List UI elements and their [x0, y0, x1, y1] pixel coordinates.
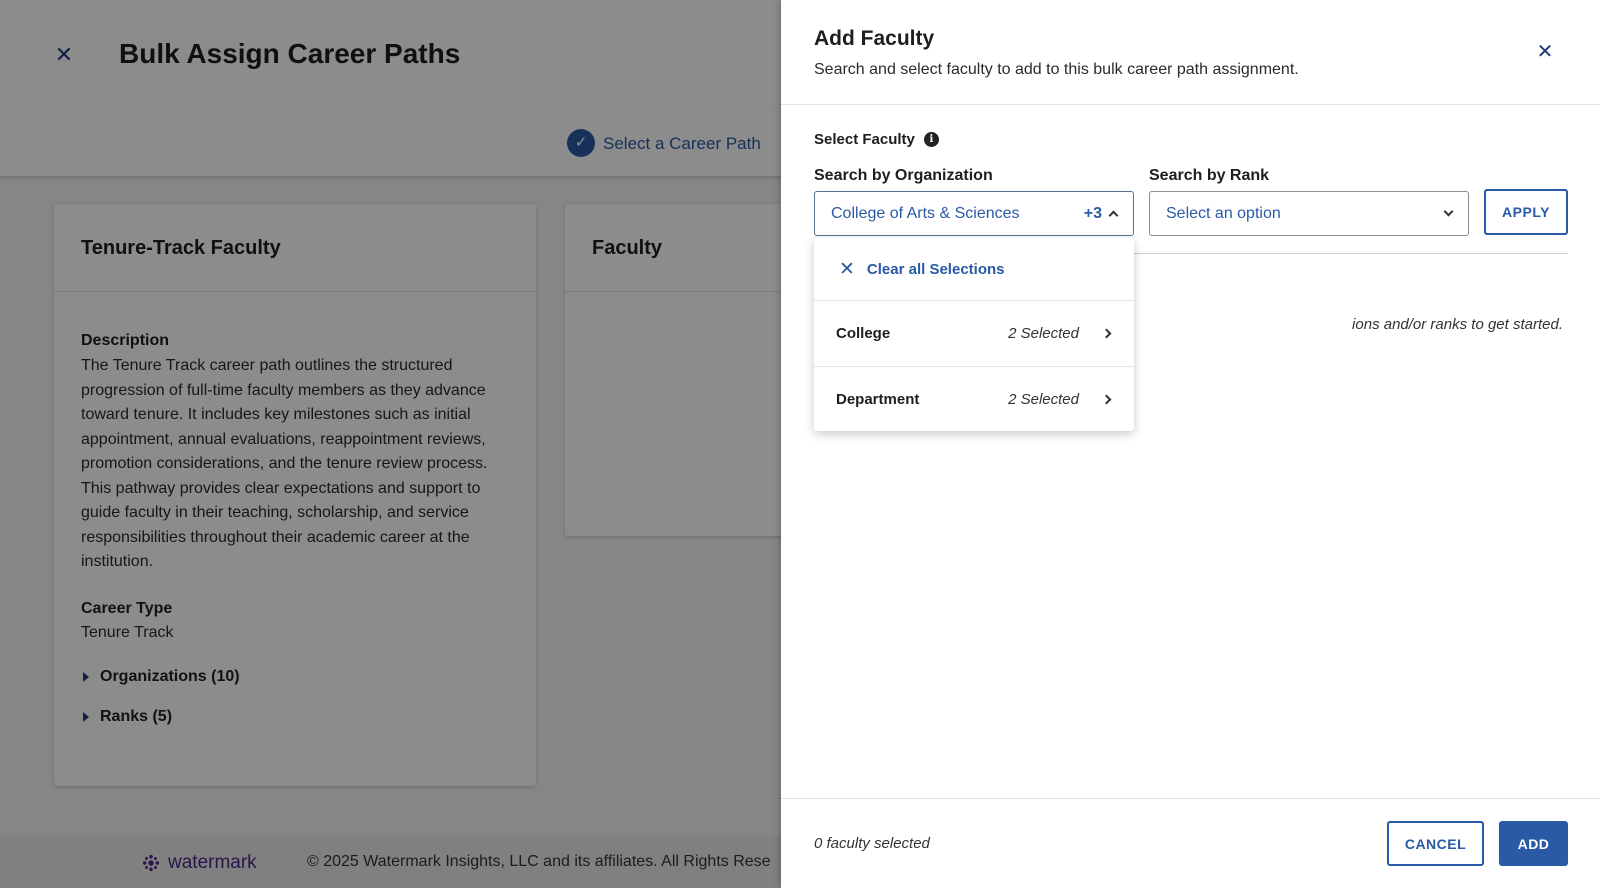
cancel-button[interactable]: CANCEL — [1387, 821, 1484, 866]
empty-state-hint-text: ions and/or ranks to get started. — [1352, 316, 1563, 333]
faculty-selected-count: 0 faculty selected — [814, 835, 930, 852]
chevron-down-icon — [1443, 206, 1454, 217]
organization-dropdown-menu: ✕ Clear all Selections College 2 Selecte… — [814, 238, 1134, 431]
rank-select[interactable]: Select an option — [1149, 191, 1469, 236]
panel-footer: 0 faculty selected CANCEL ADD — [781, 798, 1600, 888]
chevron-up-icon — [1108, 210, 1119, 221]
rank-search-label: Search by Rank — [1149, 167, 1270, 184]
clear-all-label: Clear all Selections — [866, 260, 1005, 278]
organization-select-value: College of Arts & Sciences — [831, 204, 1020, 222]
close-icon: ✕ — [839, 258, 855, 280]
select-faculty-text: Select Faculty — [814, 131, 915, 148]
apply-button[interactable]: APPLY — [1484, 189, 1568, 235]
menu-item-college[interactable]: College 2 Selected — [814, 301, 1134, 366]
panel-subtitle: Search and select faculty to add to this… — [814, 61, 1299, 78]
menu-item-department[interactable]: Department 2 Selected — [814, 366, 1134, 431]
info-icon[interactable]: i — [923, 132, 939, 147]
panel-header: Add Faculty Search and select faculty to… — [781, 0, 1600, 105]
select-faculty-label: Select Faculty i — [814, 131, 939, 148]
clear-all-selections[interactable]: ✕ Clear all Selections — [814, 238, 1134, 301]
add-faculty-panel: Add Faculty Search and select faculty to… — [781, 0, 1600, 888]
empty-state-hint: ions and/or ranks to get started. — [1119, 316, 1563, 333]
close-icon[interactable]: ✕ — [1535, 42, 1555, 62]
menu-item-selected-count: 2 Selected — [1008, 325, 1079, 342]
chevron-right-icon — [1101, 328, 1112, 339]
menu-item-label: Department — [836, 390, 920, 408]
chevron-right-icon — [1101, 394, 1112, 404]
add-button[interactable]: ADD — [1499, 821, 1568, 866]
menu-item-selected-count: 2 Selected — [1008, 390, 1079, 408]
organization-extra-count: +3 — [1083, 204, 1102, 222]
rank-select-placeholder: Select an option — [1166, 204, 1281, 222]
panel-title: Add Faculty — [814, 27, 935, 50]
org-search-label: Search by Organization — [814, 167, 993, 184]
organization-select[interactable]: College of Arts & Sciences +3 — [814, 191, 1134, 236]
menu-item-label: College — [836, 325, 891, 342]
